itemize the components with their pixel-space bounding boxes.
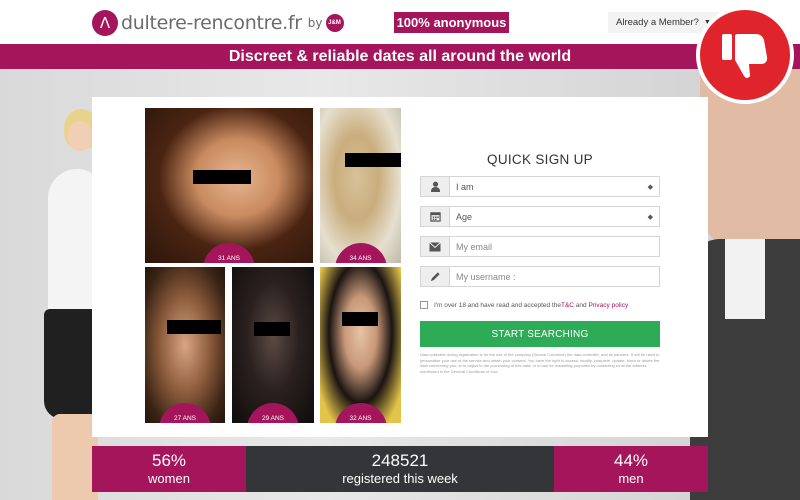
envelope-icon	[421, 237, 450, 256]
profile-photo[interactable]: 27 ANS	[145, 267, 225, 423]
age-select[interactable]: Age ◆	[420, 206, 660, 227]
site-logo[interactable]: Λ dultere-rencontre.fr by J&M	[92, 9, 344, 37]
logo-text: dultere-rencontre.fr	[121, 12, 302, 34]
top-bar: Λ dultere-rencontre.fr by J&M 100% anony…	[0, 0, 800, 44]
logo-by-text: by	[307, 16, 323, 30]
women-percentage: 56%	[151, 451, 187, 470]
profile-photo[interactable]: 34 ANS	[320, 108, 401, 263]
gender-select-value: I am	[456, 181, 474, 192]
email-placeholder: My email	[456, 241, 493, 252]
user-icon	[421, 177, 450, 196]
censor-bar	[193, 170, 251, 184]
email-field[interactable]: My email	[420, 236, 660, 257]
men-label: men	[618, 471, 644, 486]
profile-photo[interactable]: 32 ANS	[320, 267, 401, 423]
profile-photo[interactable]: 31 ANS	[145, 108, 313, 263]
select-arrows-icon: ◆	[647, 213, 653, 221]
profile-age-badge: 29 ANS	[247, 403, 299, 423]
terms-link[interactable]: T&C	[561, 302, 574, 309]
privacy-policy-link[interactable]: Privacy policy	[588, 302, 628, 309]
censor-bar	[345, 153, 401, 167]
terms-text: I'm over 18 and have read and accepted t…	[434, 301, 561, 309]
calendar-icon	[421, 207, 450, 226]
profile-age-badge: 32 ANS	[334, 403, 387, 423]
women-stat: 56% women	[92, 446, 246, 492]
profile-age-badge: 34 ANS	[334, 243, 387, 263]
legal-fine-print: Data collected during registration is fo…	[420, 352, 660, 374]
signup-card: 31 ANS 34 ANS 27 ANS 29 ANS 32 ANS QUICK…	[92, 97, 708, 437]
men-percentage: 44%	[613, 451, 649, 470]
profile-age-badge: 31 ANS	[203, 243, 255, 263]
gender-select[interactable]: I am ◆	[420, 176, 660, 197]
censor-bar	[167, 320, 221, 334]
partner-logo-badge: J&M	[325, 14, 344, 32]
registered-count: 248521	[371, 451, 429, 470]
terms-and-text: and	[574, 301, 589, 309]
start-searching-button[interactable]: START SEARCHING	[420, 321, 660, 347]
women-label: women	[148, 471, 190, 486]
already-member-label: Already a Member?	[616, 17, 699, 28]
censor-bar	[254, 322, 290, 336]
censor-bar	[342, 312, 378, 326]
logo-mark: Λ	[92, 10, 118, 36]
quick-signup-form: QUICK SIGN UP I am ◆ Age ◆ My email My use…	[420, 108, 660, 374]
registered-stat: 248521 registered this week	[246, 446, 554, 492]
age-select-value: Age	[456, 211, 473, 222]
registered-label: registered this week	[342, 471, 458, 486]
men-stat: 44% men	[554, 446, 708, 492]
tagline-banner: Discreet & reliable dates all around the…	[0, 44, 800, 69]
pencil-icon	[421, 267, 450, 286]
username-placeholder: My username :	[456, 271, 516, 282]
thumbs-down-icon	[696, 6, 794, 104]
profile-photo[interactable]: 29 ANS	[232, 267, 314, 423]
select-arrows-icon: ◆	[647, 183, 653, 191]
anonymous-badge: 100% anonymous	[394, 12, 509, 33]
terms-checkbox[interactable]	[420, 301, 428, 309]
terms-row: I'm over 18 and have read and accepted t…	[420, 301, 660, 309]
username-field[interactable]: My username :	[420, 266, 660, 287]
signup-title: QUICK SIGN UP	[487, 152, 593, 167]
profile-age-badge: 27 ANS	[159, 403, 211, 423]
